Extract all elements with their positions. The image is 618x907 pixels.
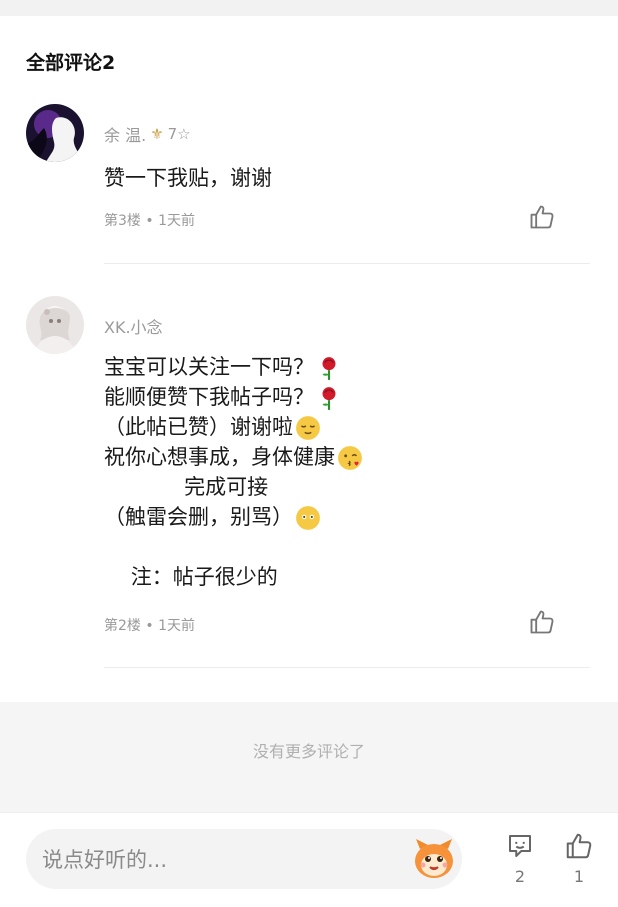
avatar[interactable] (26, 104, 84, 162)
no-mouth-face-emoji (296, 506, 320, 530)
comments-section-title: 全部评论2 (26, 52, 116, 74)
comment-line: 注：帖子很少的 (104, 565, 278, 589)
comment-input-box[interactable] (26, 829, 462, 891)
comment-line: 完成可接 (104, 475, 269, 499)
bottom-bar: 2 1 (0, 812, 618, 907)
username-text: 余 温. (104, 126, 147, 145)
comments-end-area: 没有更多评论了 (0, 702, 618, 812)
relieved-face-emoji (296, 416, 320, 440)
comment-meta: 第3楼 • 1天前 (104, 213, 195, 229)
comment-line: 祝你心想事成，身体健康 (104, 442, 363, 472)
thumbs-up-icon (530, 610, 554, 634)
kissing-face-emoji (338, 446, 362, 470)
username[interactable]: 余 温. ⚜ 7☆ (104, 122, 191, 146)
top-strip (0, 0, 618, 16)
comment-line: 赞一下我贴，谢谢 (104, 166, 272, 190)
comment-line: （此帖已赞）谢谢啦 (104, 412, 363, 442)
no-more-comments-text: 没有更多评论了 (252, 742, 365, 761)
comment-line: （触雷会删，别骂） (104, 502, 363, 532)
thumbs-up-icon (530, 205, 554, 229)
comment-bubble-icon (509, 835, 531, 857)
divider (104, 263, 590, 264)
comment-line: 能顺便赞下我帖子吗？ (104, 382, 363, 412)
comment-body: 赞一下我贴，谢谢 (104, 163, 272, 193)
comment-count-button[interactable]: 2 (500, 831, 540, 886)
comment-line: 宝宝可以关注一下吗？ (104, 352, 363, 382)
fleur-de-lis-icon: ⚜ (150, 125, 164, 143)
comment-body: 宝宝可以关注一下吗？ 能顺便赞下我帖子吗？ （此帖已赞）谢谢啦 祝你心想事成，身… (104, 352, 363, 592)
rose-emoji (322, 357, 336, 380)
like-button[interactable] (528, 608, 556, 636)
divider (104, 667, 590, 668)
thumbs-up-icon (566, 833, 592, 859)
orange-mascot-icon[interactable] (410, 835, 458, 883)
like-count: 1 (573, 867, 585, 886)
avatar[interactable] (26, 296, 84, 354)
like-count-button[interactable]: 1 (559, 831, 599, 886)
username-text: XK.小念 (104, 318, 163, 337)
user-level: 7☆ (167, 125, 191, 143)
rose-emoji (322, 387, 336, 410)
comment-input[interactable] (40, 829, 404, 891)
username[interactable]: XK.小念 (104, 314, 163, 338)
comment-meta: 第2楼 • 1天前 (104, 618, 195, 634)
comment-count: 2 (514, 867, 526, 886)
comment-line (104, 532, 363, 562)
like-button[interactable] (528, 203, 556, 231)
